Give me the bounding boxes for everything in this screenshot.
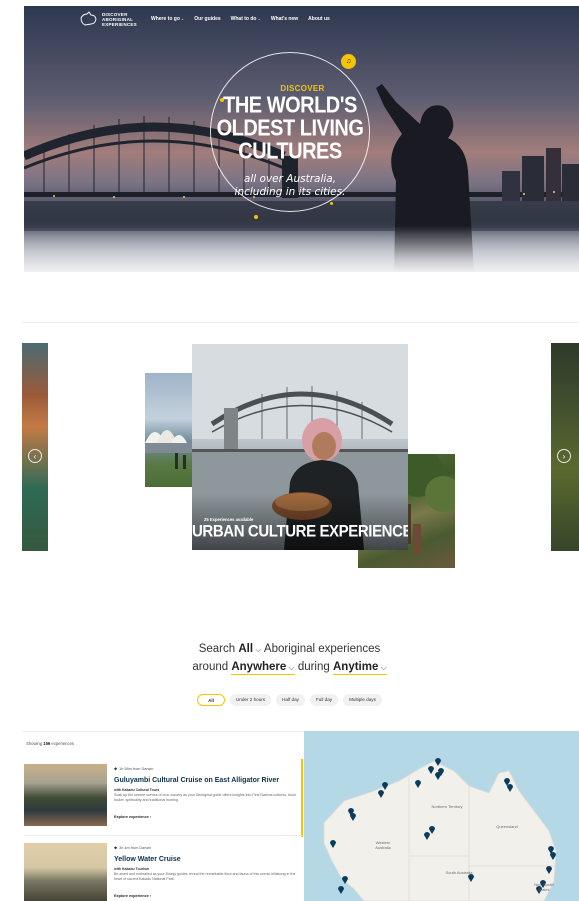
search-text: Search xyxy=(198,643,236,655)
featured-category-card[interactable]: 25 Experiences available URBAN CULTURE E… xyxy=(192,344,408,550)
nav-item-what-to-do[interactable]: What to do⌄ xyxy=(231,16,261,22)
experiences-text: Aboriginal experiences xyxy=(263,643,381,655)
during-text: during xyxy=(297,661,330,673)
filter-multiple-days[interactable]: Multiple days xyxy=(343,694,382,706)
chevron-right-icon: › xyxy=(149,815,152,819)
map-label-nt: Northern Territory xyxy=(431,804,463,809)
chevron-down-icon: ⌄ xyxy=(257,16,261,21)
carousel-prev-slide-image[interactable] xyxy=(22,343,48,551)
location-select[interactable]: Anywhere ⌵ xyxy=(231,661,295,675)
hero-subtitle: all over Australia, including in its cit… xyxy=(234,173,346,198)
nav-item-label: About us xyxy=(308,16,330,22)
result-card[interactable]: ⬥ 3h 4m from Darwin Yellow Water Cruise w… xyxy=(24,838,304,901)
around-text: around xyxy=(192,661,229,673)
results-count: Showing 156 experiences xyxy=(26,741,74,746)
map-pin-icon: ⬥ xyxy=(114,766,118,771)
opera-house-image xyxy=(145,430,193,469)
nav-item-label: Where to go xyxy=(151,16,180,22)
nav-menu: Where to go⌄ Our guides What to do⌄ What… xyxy=(151,16,330,22)
top-navigation: DISCOVER ABORIGINAL EXPERIENCES Where to… xyxy=(24,6,579,34)
chevron-down-icon: ⌵ xyxy=(286,663,295,672)
map-label-sa: South Australia xyxy=(445,870,473,875)
result-title[interactable]: Guluyambi Cultural Cruise on East Alliga… xyxy=(114,777,279,784)
result-distance: ⬥ 3h 4m from Darwin xyxy=(114,845,151,850)
result-operator: with Kakadu Cultural Tours xyxy=(114,788,160,792)
decorative-dot xyxy=(330,202,333,205)
carousel-next-slide-image[interactable] xyxy=(551,343,579,551)
showing-prefix: Showing xyxy=(26,741,43,746)
chevron-right-icon: › xyxy=(149,894,152,898)
site-logo[interactable]: DISCOVER ABORIGINAL EXPERIENCES xyxy=(78,9,142,29)
filter-full-day[interactable]: Full day xyxy=(309,694,339,706)
showing-suffix: experiences xyxy=(51,741,75,746)
distance-text: 1h 58m from Darwin xyxy=(119,767,154,771)
nav-item-about-us[interactable]: About us xyxy=(308,16,330,22)
search-sentence-line-1: Search All ⌵ Aboriginal experiences xyxy=(0,643,579,655)
result-distance: ⬥ 1h 58m from Darwin xyxy=(114,766,153,771)
results-count-number: 156 xyxy=(43,741,51,746)
distance-text: 3h 4m from Darwin xyxy=(119,846,152,850)
hero-banner: DISCOVER ABORIGINAL EXPERIENCES Where to… xyxy=(24,6,579,272)
australia-logo-icon xyxy=(80,11,97,26)
filter-half-day[interactable]: Half day xyxy=(276,694,305,706)
nav-item-where-to-go[interactable]: Where to go⌄ xyxy=(151,16,184,22)
result-title[interactable]: Yellow Water Cruise xyxy=(114,856,181,863)
decorative-dot xyxy=(254,215,258,219)
time-select[interactable]: Anytime ⌵ xyxy=(332,661,387,675)
category-select[interactable]: All ⌵ xyxy=(238,643,261,655)
result-card[interactable]: ⬥ 1h 58m from Darwin Guluyambi Cultural C… xyxy=(24,759,304,837)
chevron-down-icon: ⌵ xyxy=(378,663,387,672)
nav-item-label: Our guides xyxy=(194,16,221,22)
result-image xyxy=(24,843,107,901)
result-description: Be awed and enthralled as your Bininjy g… xyxy=(114,872,296,881)
map-pin-icon: ⬥ xyxy=(114,845,118,850)
map-label-qld: Queensland xyxy=(496,824,518,829)
nav-item-label: What's new xyxy=(270,16,299,22)
experiences-map[interactable]: Northern Territory Queensland Western Au… xyxy=(304,731,579,901)
play-badge-icon[interactable]: ♫ xyxy=(341,54,356,69)
chevron-down-icon: ⌄ xyxy=(180,16,185,21)
link-label: Explore experience xyxy=(114,815,149,819)
carousel-divider xyxy=(22,322,579,323)
result-divider xyxy=(24,835,302,836)
nav-item-label: What to do xyxy=(230,16,257,22)
link-label: Explore experience xyxy=(114,894,149,898)
result-image xyxy=(24,764,107,826)
filter-all[interactable]: All xyxy=(197,694,225,706)
category-value: All xyxy=(238,643,254,655)
opera-house-thumbnail xyxy=(145,373,193,487)
selected-indicator xyxy=(301,759,303,837)
australia-map xyxy=(323,758,557,901)
time-value: Anytime xyxy=(332,661,379,673)
result-description: Soak up the serene scenes of croc countr… xyxy=(114,793,296,802)
map-label-wa: Western Australia xyxy=(375,840,391,850)
chevron-down-icon: ⌵ xyxy=(253,645,262,654)
filter-under-2-hours[interactable]: Under 2 hours xyxy=(229,694,272,706)
logo-text: DISCOVER ABORIGINAL EXPERIENCES xyxy=(102,11,137,27)
chevron-left-icon[interactable]: ‹ xyxy=(28,449,42,463)
chevron-right-icon[interactable]: › xyxy=(557,449,571,463)
explore-experience-link[interactable]: Explore experience › xyxy=(114,815,151,819)
explore-experience-link[interactable]: Explore experience › xyxy=(114,894,151,898)
nav-item-whats-new[interactable]: What's new xyxy=(271,16,298,22)
search-sentence-line-2: around Anywhere ⌵ during Anytime ⌵ xyxy=(0,661,579,675)
nav-item-our-guides[interactable]: Our guides xyxy=(194,16,220,22)
duration-filters: All Under 2 hours Half day Full day Mult… xyxy=(0,694,579,706)
result-operator: with Kakadu Tourism xyxy=(114,867,150,871)
location-value: Anywhere xyxy=(231,661,287,673)
hero-title: THE WORLD'S OLDEST LIVING CULTURES xyxy=(216,92,364,165)
map-label-nsw: New South Wales xyxy=(534,882,554,892)
card-title: URBAN CULTURE EXPERIENCES xyxy=(192,522,408,541)
hero-kicker: DISCOVER xyxy=(280,84,325,93)
hero-fog xyxy=(24,226,579,272)
